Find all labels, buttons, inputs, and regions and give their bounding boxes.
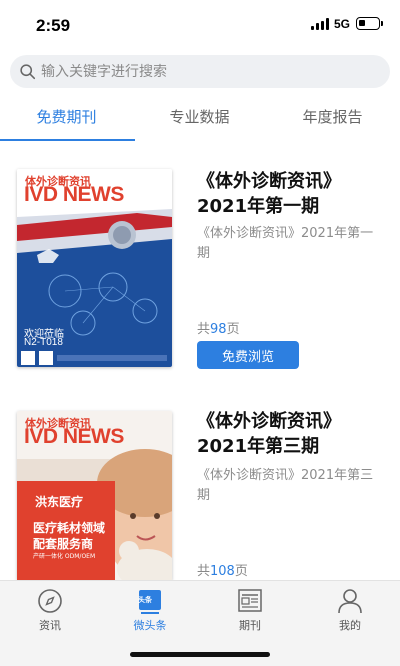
cover-sponsor: 洪东医疗 <box>35 495 84 509</box>
journal-cover[interactable]: 体外诊断资讯 IVD NEWS 欢迎莅临 N2-T018 <box>17 169 172 367</box>
search-bar[interactable] <box>10 55 390 88</box>
page-count-number: 98 <box>210 322 227 337</box>
free-read-button[interactable]: 免费浏览 <box>197 341 299 369</box>
headline-badge-text: 头条 <box>138 596 152 604</box>
cover-headline-1: 医疗耗材领域 <box>33 521 106 535</box>
battery-icon <box>356 17 383 30</box>
page-count: 共98页 <box>197 318 240 337</box>
home-indicator <box>130 652 270 657</box>
nav-item-journals[interactable]: 期刊 <box>220 587 280 633</box>
user-icon <box>338 589 362 614</box>
newspaper-icon <box>238 589 262 612</box>
cover-name: IVD NEWS <box>24 425 124 448</box>
signal-icon <box>311 18 329 30</box>
nav-label: 期刊 <box>239 619 261 632</box>
tab-free-journals[interactable]: 免费期刊 <box>0 106 133 127</box>
journal-title[interactable]: 《体外诊断资讯》2021年第一期 <box>197 169 387 219</box>
journal-card[interactable]: 体外诊断资讯 IVD NEWS 洪东医疗 医疗耗材领域 配套服务商 产研一体化 … <box>0 409 400 580</box>
nav-item-news[interactable]: 资讯 <box>20 587 80 633</box>
status-bar: 2:59 5G <box>0 0 400 48</box>
page-count-suffix: 页 <box>234 564 248 579</box>
journal-title[interactable]: 《体外诊断资讯》2021年第三期 <box>197 409 387 459</box>
journal-cover[interactable]: 体外诊断资讯 IVD NEWS 洪东医疗 医疗耗材领域 配套服务商 产研一体化 … <box>17 411 172 580</box>
tab-active-indicator <box>0 139 135 141</box>
nav-label: 微头条 <box>133 619 167 632</box>
page-count-prefix: 共 <box>197 564 211 579</box>
compass-icon <box>38 589 62 613</box>
nav-label: 我的 <box>339 619 361 632</box>
nav-item-headlines[interactable]: 头条 微头条 <box>120 587 180 633</box>
journal-subtitle: 《体外诊断资讯》2021年第一期 <box>197 226 374 261</box>
network-label: 5G <box>334 17 351 31</box>
journal-subtitle: 《体外诊断资讯》2021年第三期 <box>197 468 374 503</box>
category-tabs: 免费期刊 专业数据 年度报告 <box>0 96 400 142</box>
nav-label: 资讯 <box>39 619 61 632</box>
page-count-prefix: 共 <box>197 322 211 337</box>
status-time: 2:59 <box>36 16 71 35</box>
search-input[interactable] <box>41 55 371 88</box>
page-count-number: 108 <box>210 564 235 579</box>
cover-booth: N2-T018 <box>24 337 63 348</box>
search-icon <box>20 64 36 80</box>
nav-item-profile[interactable]: 我的 <box>320 587 380 633</box>
cover-name: IVD NEWS <box>24 183 124 206</box>
tab-annual-reports[interactable]: 年度报告 <box>266 106 399 127</box>
page-count: 共108页 <box>197 560 248 579</box>
tab-professional-data[interactable]: 专业数据 <box>133 106 266 127</box>
page-count-suffix: 页 <box>226 322 240 337</box>
cover-headline-2: 配套服务商 <box>33 537 94 551</box>
journal-card[interactable]: 体外诊断资讯 IVD NEWS 欢迎莅临 N2-T018 《体外诊断资讯》202… <box>0 168 400 369</box>
cover-tagline: 产研一体化 ODM/OEM <box>33 553 96 560</box>
